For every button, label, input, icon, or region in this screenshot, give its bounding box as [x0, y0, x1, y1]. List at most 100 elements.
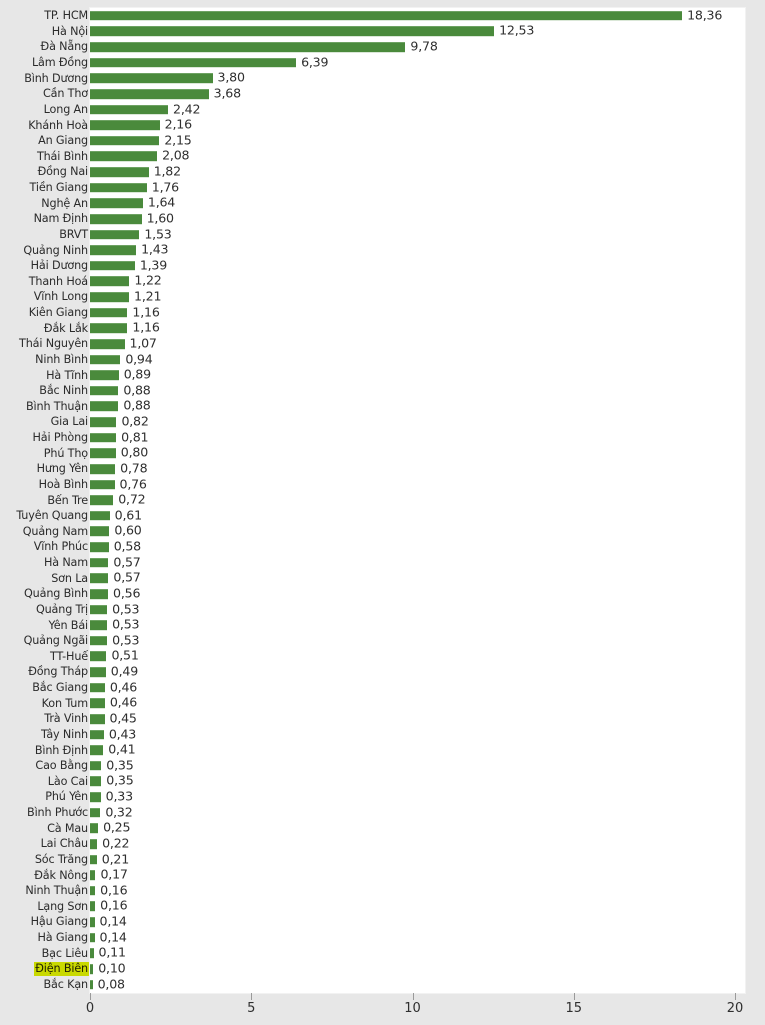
bar-value-label: 0,61: [114, 507, 142, 523]
bar-value-label: 2,42: [173, 101, 201, 117]
bar: [90, 292, 130, 302]
bar: [90, 901, 96, 912]
bar: [90, 917, 95, 927]
bar-value-label: 0,33: [105, 788, 133, 804]
bar-value-label: 0,88: [123, 398, 151, 414]
category-label-wrap: Bình Thuận: [0, 399, 90, 415]
bar-row: Bình Định 0,41: [0, 742, 765, 758]
category-label: Bình Thuận: [26, 399, 88, 413]
bar: [90, 854, 97, 865]
category-label: Sơn La: [51, 571, 88, 585]
category-label: Thái Nguyên: [19, 337, 88, 351]
bar-row: Ninh Bình 0,94: [0, 352, 765, 368]
bar-row: Đắk Nông 0,17: [0, 867, 765, 883]
bar-value-label: 0,16: [100, 882, 128, 898]
bar-row: Đồng Tháp 0,49: [0, 664, 765, 680]
bar-value-label: 3,80: [217, 70, 245, 86]
bar-row: Thái Bình 2,08: [0, 149, 765, 165]
category-label-wrap: Đà Nẵng: [0, 39, 90, 55]
bar-row: Quảng Bình 0,56: [0, 586, 765, 602]
category-label-wrap: Đồng Nai: [0, 164, 90, 180]
category-label-wrap: Hà Giang: [0, 930, 90, 946]
category-label-wrap: Cần Thơ: [0, 86, 90, 102]
category-label: Hà Tĩnh: [46, 368, 88, 382]
bar-row: Bắc Giang 0,46: [0, 680, 765, 696]
bar-row: Lâm Đồng 6,39: [0, 55, 765, 71]
category-label: Đà Nẵng: [40, 40, 89, 54]
bar-value-label: 1,64: [147, 195, 176, 211]
bar-row: Cần Thơ 3,68: [0, 86, 765, 102]
bar-row: Đồng Nai 1,82: [0, 164, 765, 180]
category-label: Thanh Hoá: [28, 274, 88, 288]
category-label-wrap: Tây Ninh: [0, 727, 90, 743]
category-label-wrap: Hà Tĩnh: [0, 367, 90, 383]
bar-value-label: 0,57: [113, 570, 141, 586]
bar-row: Thanh Hoá 1,22: [0, 274, 765, 290]
bar-row: Hà Tĩnh 0,89: [0, 367, 765, 383]
category-label: Bình Định: [34, 743, 88, 757]
bar: [90, 745, 104, 755]
bar: [90, 948, 94, 959]
category-label-wrap: Thái Bình: [0, 149, 90, 165]
category-label-wrap: BRVT: [0, 227, 90, 243]
category-label: Quảng Trị: [35, 602, 88, 616]
bar-row: Kiên Giang 1,16: [0, 305, 765, 321]
bar-value-label: 0,94: [125, 351, 153, 367]
category-label: Quảng Nam: [22, 524, 88, 538]
category-label: Sóc Trăng: [34, 852, 88, 866]
bar-row: Cà Mau 0,25: [0, 821, 765, 837]
category-label: Ninh Thuận: [25, 884, 88, 898]
category-label-wrap: Kon Tum: [0, 696, 90, 712]
bar-value-label: 0,57: [113, 554, 141, 570]
category-label: TP. HCM: [44, 9, 88, 23]
category-label: Đắk Lắk: [43, 321, 88, 335]
bar: [90, 26, 495, 37]
bar-row: Hà Nội 12,53: [0, 24, 765, 40]
bar-value-label: 9,78: [410, 38, 438, 54]
category-label: Hà Nam: [43, 556, 88, 570]
bar-value-label: 1,76: [151, 179, 179, 195]
category-label-wrap: Đắk Nông: [0, 867, 90, 883]
bar-row: An Giang 2,15: [0, 133, 765, 149]
category-label: Hải Dương: [30, 259, 88, 273]
bar-row: Bình Dương 3,80: [0, 71, 765, 87]
bar-value-label: 0,35: [106, 757, 134, 773]
category-label-wrap: Bình Phước: [0, 805, 90, 821]
category-label-wrap: An Giang: [0, 133, 90, 149]
bar-value-label: 0,46: [109, 679, 138, 695]
category-label-wrap: Hoà Bình: [0, 477, 90, 493]
bar-row: Bắc Kạn 0,08: [0, 977, 765, 993]
category-label-wrap: Bến Tre: [0, 492, 90, 508]
bar-value-label: 1,53: [144, 226, 172, 242]
bar-value-label: 2,15: [164, 132, 192, 148]
category-label: Hậu Giang: [30, 915, 89, 929]
category-label: Nghệ An: [41, 196, 88, 210]
category-label-wrap: Kiên Giang: [0, 305, 90, 321]
category-label-wrap: Bắc Kạn: [0, 977, 90, 993]
category-label: Lạng Sơn: [37, 899, 88, 913]
category-label-wrap: Lâm Đồng: [0, 55, 90, 71]
bar-value-label: 0,22: [102, 835, 130, 851]
category-label-wrap: TP. HCM: [0, 8, 90, 24]
category-label: Cà Mau: [47, 821, 88, 835]
bar-row: Kon Tum 0,46: [0, 696, 765, 712]
bar-value-label: 6,39: [301, 54, 329, 70]
bar: [90, 120, 160, 130]
bar: [90, 307, 128, 318]
bar-row: Trà Vinh 0,45: [0, 711, 765, 727]
bar-value-label: 0,53: [112, 601, 140, 617]
category-label: Cao Bằng: [35, 759, 88, 773]
category-label-wrap: Bình Dương: [0, 71, 90, 87]
category-label-wrap: Lạng Sơn: [0, 899, 90, 915]
x-axis-tick-mark: [573, 993, 575, 1000]
category-label-wrap: Sóc Trăng: [0, 852, 90, 868]
category-label: Quảng Ngãi: [23, 634, 89, 648]
bar-row: Bình Thuận 0,88: [0, 399, 765, 415]
bar-row: Đà Nẵng 9,78: [0, 39, 765, 55]
bar-row: Ninh Thuận 0,16: [0, 883, 765, 899]
bar: [90, 839, 98, 849]
category-label-wrap: Nghệ An: [0, 196, 90, 212]
bar: [90, 682, 105, 693]
bar: [90, 73, 213, 84]
category-label: Lai Châu: [40, 837, 89, 851]
